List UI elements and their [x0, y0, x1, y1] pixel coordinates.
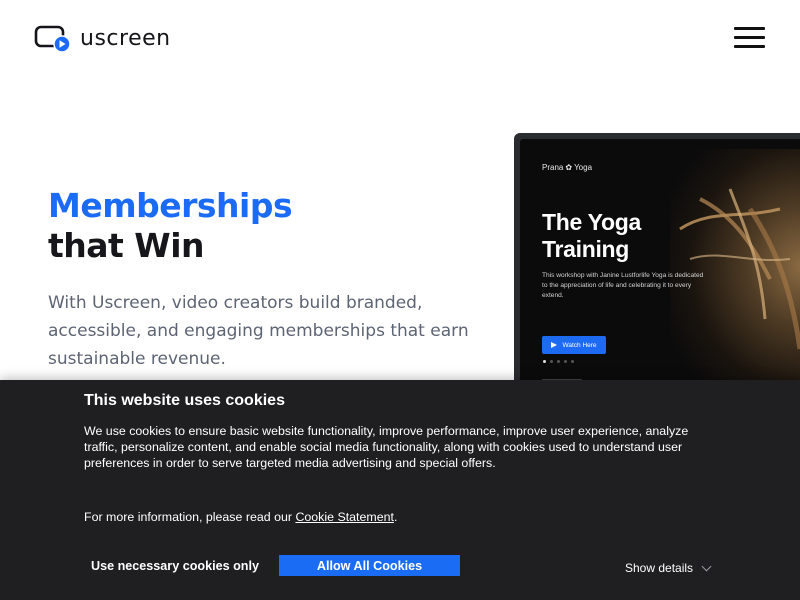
cookie-body: We use cookies to ensure basic website f… — [84, 424, 689, 470]
allow-all-cookies-button[interactable]: Allow All Cookies — [279, 555, 460, 576]
mockup-description: This workshop with Janine Lustforlife Yo… — [542, 272, 704, 299]
uscreen-logo[interactable]: uscreen — [34, 24, 171, 54]
chevron-down-icon — [701, 561, 712, 572]
necessary-cookies-button[interactable]: Use necessary cookies only — [84, 555, 266, 576]
carousel-dot — [557, 360, 560, 363]
show-details-label: Show details — [625, 561, 694, 575]
carousel-dot — [550, 360, 553, 363]
mockup-watch-label: Watch Here — [562, 341, 597, 349]
mockup-brand-right: Yoga — [574, 163, 593, 172]
mockup-screen: Prana ✿ Yoga The Yoga Training This worksh… — [520, 139, 800, 399]
cookie-statement-link[interactable]: Cookie Statement — [295, 510, 394, 524]
hero-title-main: that Win — [48, 226, 205, 265]
tv-play-icon — [34, 24, 72, 54]
hair-illustration — [679, 188, 800, 350]
mockup-brand: Prana ✿ Yoga — [542, 163, 592, 172]
hamburger-menu-icon[interactable] — [734, 27, 766, 49]
carousel-dot — [564, 360, 567, 363]
mockup-watch-button: Watch Here — [542, 336, 606, 354]
play-icon — [551, 342, 558, 348]
carousel-dot — [543, 360, 546, 363]
carousel-dot — [571, 360, 574, 363]
cookie-title: This website uses cookies — [84, 392, 285, 409]
hero-title-accent: Memberships — [48, 186, 293, 225]
flower-icon: ✿ — [565, 163, 573, 172]
hero-description: With Uscreen, video creators build brand… — [48, 293, 469, 369]
cookie-more-prefix: For more information, please read our — [84, 510, 296, 524]
device-mockup: Prana ✿ Yoga The Yoga Training This worksh… — [514, 133, 800, 399]
mockup-title-line1: The Yoga — [542, 209, 641, 235]
mockup-title: The Yoga Training — [542, 209, 641, 263]
cookie-banner: This website uses cookies We use cookies… — [0, 380, 800, 600]
cookie-more-info: For more information, please read our Co… — [84, 510, 397, 524]
carousel-dots — [543, 360, 574, 363]
cookie-more-suffix: . — [393, 510, 398, 524]
show-details-toggle[interactable]: Show details — [625, 561, 712, 575]
hero-title: Memberships that Win — [48, 186, 293, 266]
site-header: uscreen — [0, 0, 800, 76]
logo-text: uscreen — [80, 26, 171, 51]
mockup-title-line2: Training — [542, 236, 630, 262]
mockup-brand-left: Prana — [542, 163, 564, 172]
